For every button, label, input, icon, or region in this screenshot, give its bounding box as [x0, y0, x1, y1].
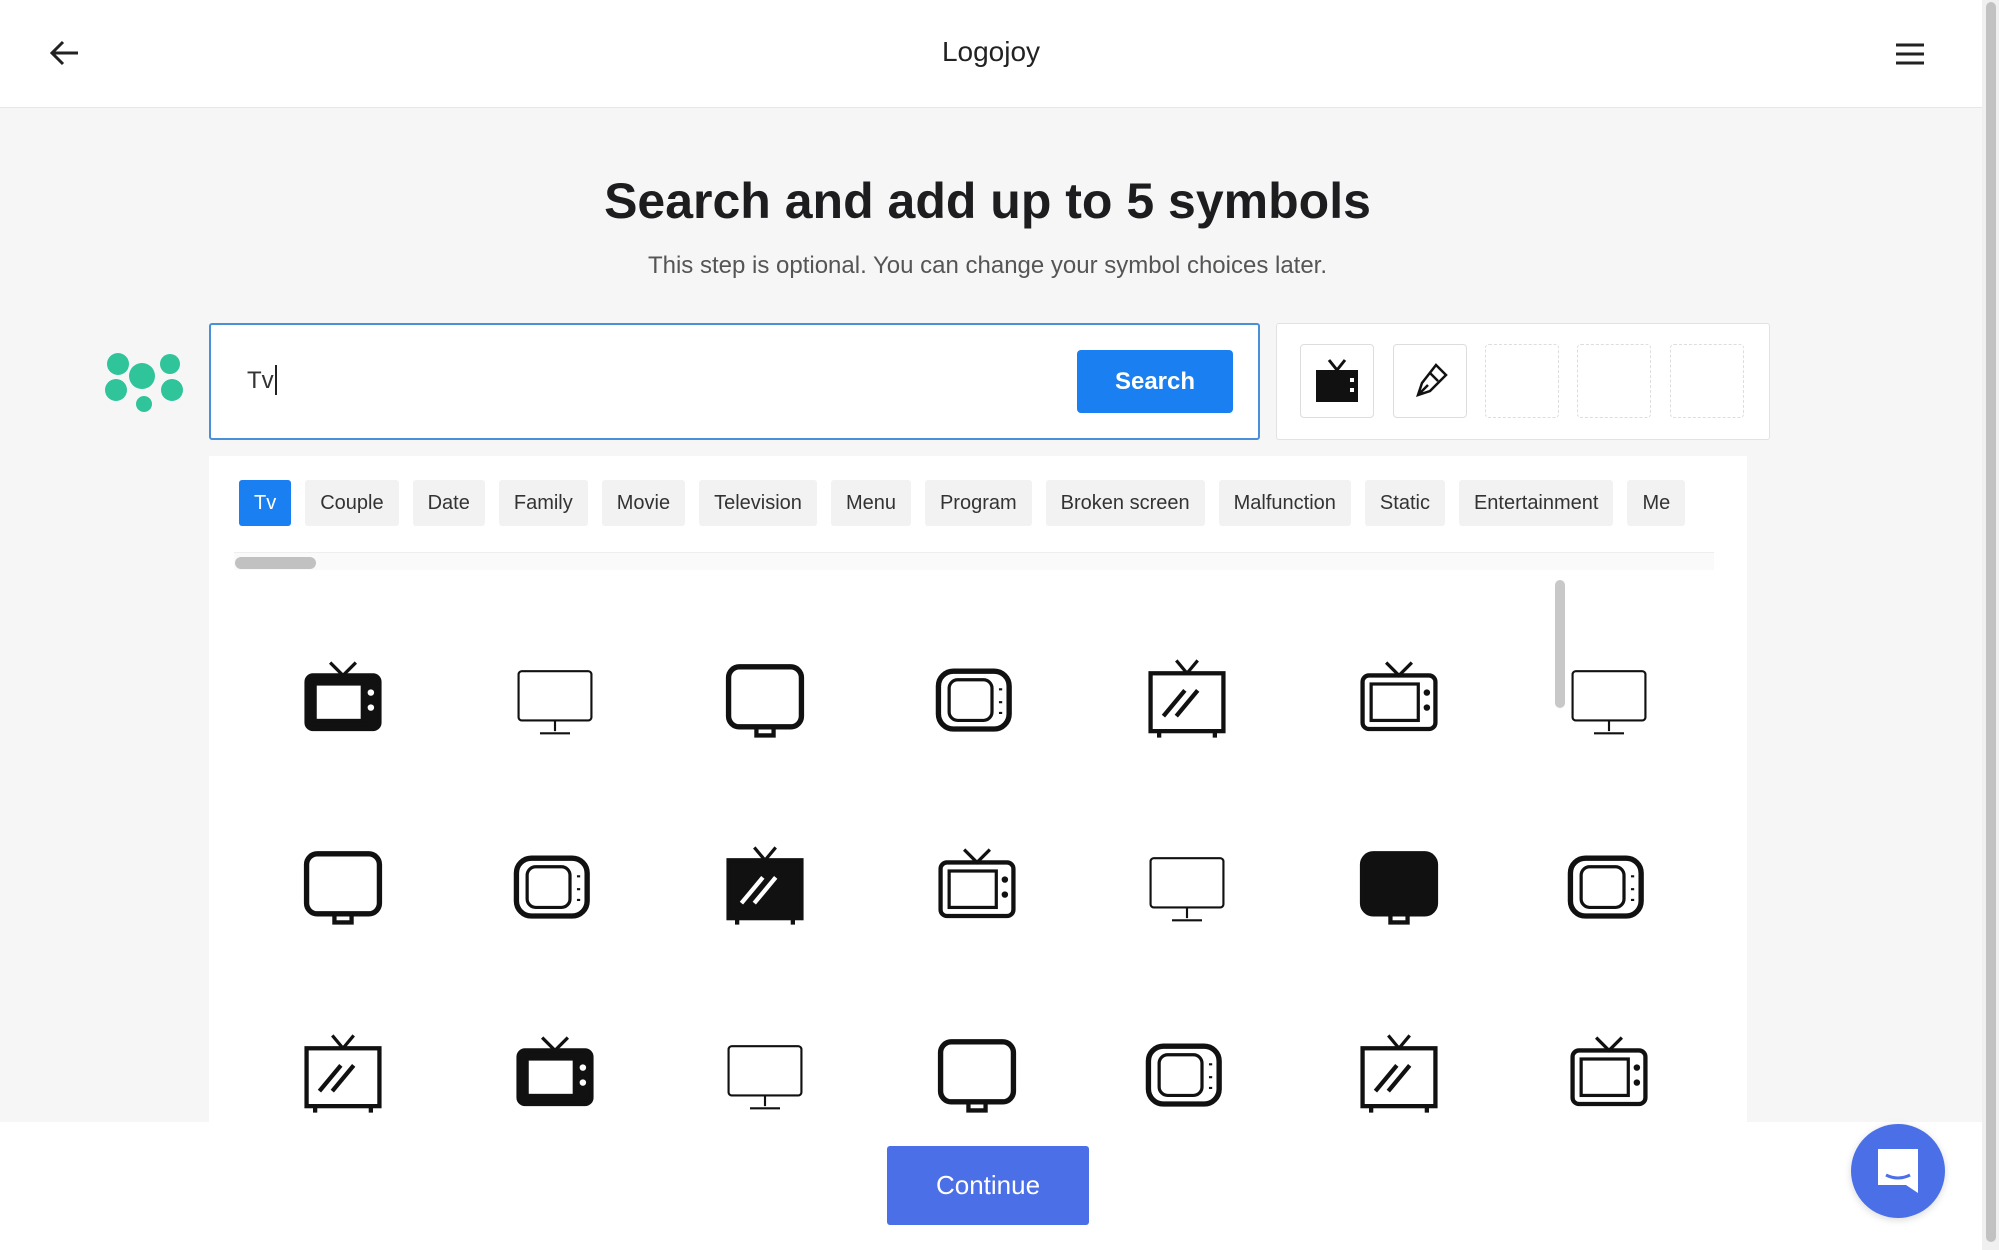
tv-striped-icon[interactable] [715, 1024, 815, 1122]
monitor-user-icon[interactable] [1349, 649, 1449, 749]
tag-menu[interactable]: Menu [830, 480, 911, 526]
tv-antenna-icon [1316, 359, 1358, 402]
monitor-off-icon[interactable] [505, 649, 605, 749]
page-subtitle: This step is optional. You can change yo… [647, 252, 1328, 279]
tag-couple[interactable]: Couple [305, 480, 399, 526]
tag-broken-screen[interactable]: Broken screen [1045, 480, 1205, 526]
symbol-results-grid [209, 574, 1747, 1122]
tv-globe-icon[interactable] [1137, 836, 1237, 936]
chat-bubble-icon [1878, 1149, 1918, 1193]
tag-list: Tv Couple Date Family Movie Television Menu Pro… [239, 480, 1725, 526]
empty-symbol-slot [1670, 344, 1744, 418]
continue-button[interactable]: Continue [887, 1146, 1089, 1225]
footer: Continue [0, 1122, 1982, 1250]
search-box: Search [209, 323, 1260, 440]
empty-symbol-slot [1485, 344, 1559, 418]
tag-movie[interactable]: Movie [601, 480, 686, 526]
empty-symbol-slot [1577, 344, 1651, 418]
tv-legs-icon[interactable] [293, 1024, 393, 1122]
scrollbar-thumb[interactable] [235, 557, 316, 569]
tag-television[interactable]: Television [699, 480, 817, 526]
hamburger-icon[interactable] [1894, 42, 1926, 71]
tag-tv[interactable]: Tv [239, 480, 292, 526]
tv-person-icon[interactable] [505, 1024, 605, 1122]
pen-nib-icon [1416, 363, 1448, 397]
tv-rounded-antenna-icon[interactable] [927, 1024, 1027, 1122]
tag-date[interactable]: Date [412, 480, 485, 526]
curved-tv-leaf-icon[interactable] [1349, 836, 1449, 936]
tv-stand-icon[interactable] [715, 836, 815, 936]
tag-me[interactable]: Me [1627, 480, 1686, 526]
tag-program[interactable]: Program [924, 480, 1032, 526]
horizontal-scrollbar[interactable] [234, 552, 1714, 570]
tv-wave-icon[interactable] [293, 649, 393, 749]
page-scrollbar[interactable] [1982, 0, 1999, 1250]
tv-speaker-icon[interactable] [1559, 1024, 1659, 1122]
chat-button[interactable] [1851, 1124, 1945, 1218]
tag-malfunction[interactable]: Malfunction [1218, 480, 1351, 526]
tag-entertainment[interactable]: Entertainment [1458, 480, 1614, 526]
app-title: Logojoy [941, 36, 1041, 67]
tag-family[interactable]: Family [498, 480, 588, 526]
tv-slash-icon[interactable] [1137, 1024, 1237, 1122]
retro-tv-antenna-icon[interactable] [505, 836, 605, 936]
tv-rounded-icon[interactable] [715, 649, 815, 749]
scrollbar-thumb[interactable] [1555, 580, 1565, 708]
search-input[interactable] [247, 361, 1047, 401]
vertical-scrollbar[interactable] [1547, 574, 1567, 1122]
logojoy-logo-icon [104, 350, 186, 417]
search-button[interactable]: Search [1077, 350, 1233, 413]
tv-antenna-outline-icon[interactable] [1559, 649, 1659, 749]
retro-tv-icon[interactable] [1137, 649, 1237, 749]
top-bar: Logojoy [0, 0, 1982, 108]
text-caret [275, 365, 277, 395]
selected-symbol-pen[interactable] [1393, 344, 1467, 418]
tv-vintage-icon[interactable] [1349, 1024, 1449, 1122]
monitor-thin-icon[interactable] [293, 836, 393, 936]
selected-symbols-panel [1276, 323, 1770, 440]
tiny-tv-icon[interactable] [1559, 836, 1659, 936]
tag-static[interactable]: Static [1364, 480, 1445, 526]
page-title: Search and add up to 5 symbols [604, 173, 1371, 229]
monitor-icon[interactable] [927, 649, 1027, 749]
selected-symbol-tv[interactable] [1300, 344, 1374, 418]
tv-antenna-small-icon[interactable] [927, 836, 1027, 936]
scrollbar-thumb[interactable] [1986, 2, 1996, 1242]
tag-bar: Tv Couple Date Family Movie Television Menu Pro… [209, 456, 1747, 574]
